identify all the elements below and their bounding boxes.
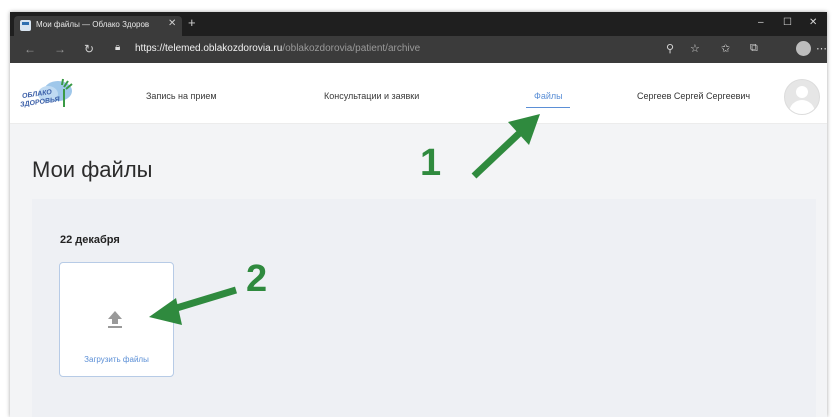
annotation-step-1: 1	[420, 142, 442, 184]
annotation-step-2: 2	[246, 258, 268, 300]
arrow-2	[149, 286, 238, 325]
annotation-arrows	[149, 114, 540, 325]
arrow-1	[471, 114, 540, 179]
